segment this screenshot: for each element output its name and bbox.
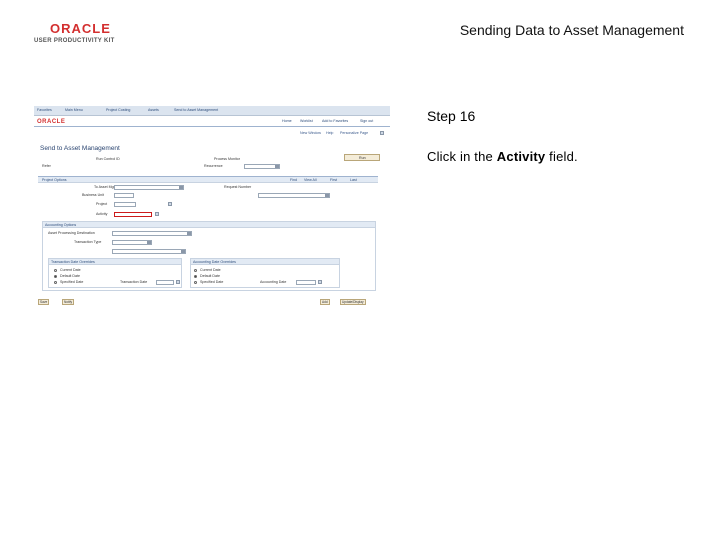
link-new-window[interactable]: New Window [300,131,321,136]
activity-lookup-icon[interactable] [155,212,159,216]
page-options-icon[interactable] [380,131,384,135]
nav-add-favorites[interactable]: Add to Favorites [322,119,348,124]
accounting-options-header: Accounting Options [43,222,375,228]
destination-select[interactable] [112,231,192,236]
transaction-type-label: Transaction Type [74,240,102,244]
run-button-label: Run [359,155,366,160]
run-button[interactable]: Run [344,154,380,161]
oracle-upk-logo: ORACLE USER PRODUCTIVITY KIT [34,22,134,48]
acct-date-calendar-icon[interactable] [318,280,322,284]
link-personalize[interactable]: Personalize Page [340,131,368,136]
update-display-button[interactable]: Update/Display [340,299,366,305]
nav-home[interactable]: Home [282,119,292,124]
accounting-date-title: Accounting Date Overrides [193,259,236,264]
trans-current-radio[interactable] [54,269,57,272]
acct-current-radio[interactable] [194,269,197,272]
project-input[interactable] [114,202,136,207]
acct-date-input[interactable] [296,280,316,285]
request-number-label: Request Number [224,185,252,189]
acct-default-label: Default Date [200,274,220,278]
logo-brand-text: ORACLE [50,21,111,36]
menu-project-costing[interactable]: Project Costing [106,108,130,113]
trans-default-radio[interactable] [54,275,57,278]
grid-view-all[interactable]: View All [304,178,317,183]
trans-date-label: Transaction Date [120,280,148,284]
processing-type-select[interactable] [114,185,184,190]
acct-specified-radio[interactable] [194,281,197,284]
link-help[interactable]: Help [326,131,333,136]
trans-date-calendar-icon[interactable] [176,280,180,284]
activity-label: Activity [96,212,108,216]
instruction-suffix: field. [545,149,578,164]
trans-specified-radio[interactable] [54,281,57,284]
accounting-options-title: Accounting Options [45,222,77,227]
oracle-logo: ORACLE [37,119,66,125]
grid-title: Project Options [42,178,67,182]
save-button[interactable]: Save [38,299,50,305]
menu-assets[interactable]: Assets [148,108,159,113]
recurrence-label: Recurrence [204,164,223,168]
report-manager-label: Process Monitor [214,157,240,161]
options-select[interactable] [112,249,186,254]
nav-sign-out[interactable]: Sign out [360,119,373,124]
business-unit-input[interactable] [114,193,134,198]
accounting-date-header: Accounting Date Overrides [191,259,339,265]
trans-current-label: Current Date [60,268,81,272]
project-lookup-icon[interactable] [168,202,172,206]
menu-favorites[interactable]: Favorites [37,108,52,113]
business-unit-label: Business Unit [82,193,104,197]
trans-date-input[interactable] [156,280,174,285]
instruction-text: Click in the Activity field. [427,149,578,164]
grid-last[interactable]: Last [350,178,357,183]
slide-title: Sending Data to Asset Management [459,22,684,38]
nav-worklist[interactable]: Worklist [300,119,313,124]
recurrence-select[interactable] [244,164,280,169]
instruction-prefix: Click in the [427,149,497,164]
project-options-grid-header: Project Options Find View All First Last [38,176,378,183]
acct-default-radio[interactable] [194,275,197,278]
menu-bar: Favorites Main Menu Project Costing Asse… [34,106,390,116]
run-control-label: Run Control ID [96,157,120,161]
acct-specified-label: Specified Date [200,280,224,284]
step-label: Step 16 [427,108,476,124]
menu-send-to-asset[interactable]: Send to Asset Management [174,108,218,113]
logo-product-text: USER PRODUCTIVITY KIT [34,38,115,44]
peoplesoft-screenshot: Favorites Main Menu Project Costing Asse… [34,106,390,308]
notify-button[interactable]: Notify [62,299,75,305]
grid-first[interactable]: First [330,178,337,183]
trans-default-label: Default Date [60,274,80,278]
acct-current-label: Current Date [200,268,221,272]
option-select[interactable] [258,193,330,198]
grid-find[interactable]: Find [290,178,297,183]
project-label: Project [96,202,108,206]
instruction-field-name: Activity [496,149,546,164]
activity-input[interactable] [114,212,152,217]
transaction-date-title: Transaction Date Overrides [51,259,95,264]
transaction-type-select[interactable] [112,240,152,245]
page-heading: Send to Asset Management [40,145,120,152]
acct-date-label: Accounting Date [260,280,287,284]
destination-label: Asset Processing Destination [48,231,95,235]
menu-main-menu[interactable]: Main Menu [65,108,83,113]
add-button[interactable]: Add [320,299,330,305]
transaction-date-header: Transaction Date Overrides [49,259,181,265]
trans-specified-label: Specified Date [60,280,84,284]
brand-bar: ORACLE Home Worklist Add to Favorites Si… [34,116,390,127]
language-label: Refer [42,164,51,168]
